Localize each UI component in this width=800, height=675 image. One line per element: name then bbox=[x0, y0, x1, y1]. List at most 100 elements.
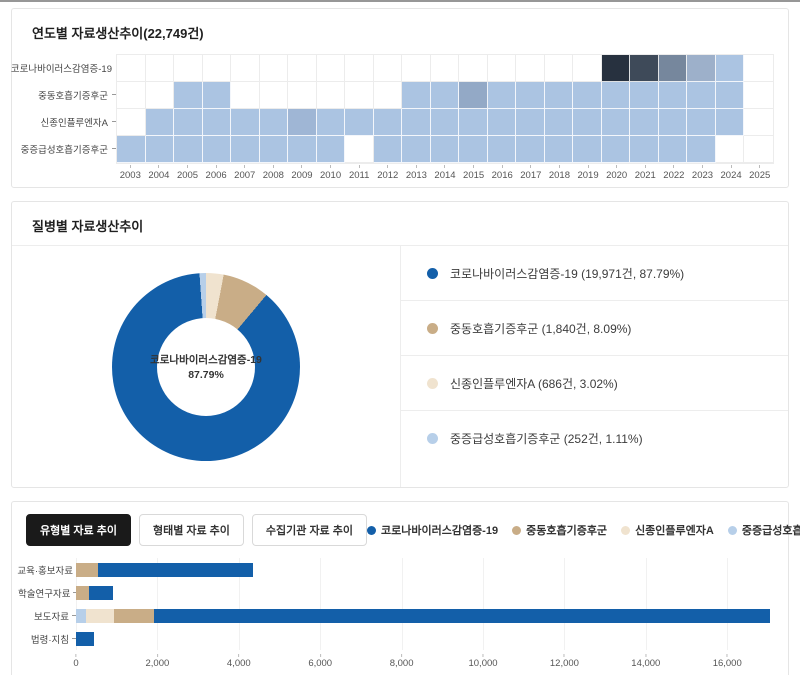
heatmap-cell[interactable] bbox=[203, 109, 232, 136]
heatmap-cell[interactable] bbox=[687, 82, 716, 109]
x-axis-label: 0 bbox=[73, 654, 78, 669]
axis-tick bbox=[702, 165, 703, 168]
heatmap-cell[interactable] bbox=[288, 109, 317, 136]
heatmap-cell[interactable] bbox=[659, 136, 688, 163]
bar-chart-legend: 코로나바이러스감염증-19 중동호흡기증후군 신종인플루엔자A 중증급성호흡기증후군 bbox=[367, 522, 800, 538]
bar-legend-item[interactable]: 코로나바이러스감염증-19 bbox=[367, 522, 498, 538]
bar-legend-item[interactable]: 신종인플루엔자A bbox=[621, 522, 714, 538]
heatmap-cell[interactable] bbox=[345, 109, 374, 136]
heatmap-cell[interactable] bbox=[431, 109, 460, 136]
heatmap-cell[interactable] bbox=[545, 82, 574, 109]
heatmap-cell[interactable] bbox=[174, 109, 203, 136]
axis-tick bbox=[75, 654, 76, 657]
heatmap-cell[interactable] bbox=[374, 136, 403, 163]
bar-segment[interactable] bbox=[86, 609, 114, 623]
bar-segment[interactable] bbox=[98, 563, 253, 577]
heatmap-cell[interactable] bbox=[602, 109, 631, 136]
legend-dot-icon bbox=[427, 378, 438, 389]
bar-segment[interactable] bbox=[76, 563, 98, 577]
disease-legend-row[interactable]: 중동호흡기증후군 (1,840건, 8.09%) bbox=[401, 301, 788, 356]
year-axis-label: 2011 bbox=[345, 165, 374, 181]
heatmap-cell[interactable] bbox=[516, 109, 545, 136]
heatmap-cell[interactable] bbox=[516, 82, 545, 109]
disease-legend-row[interactable]: 신종인플루엔자A (686건, 3.02%) bbox=[401, 356, 788, 411]
heatmap-cell[interactable] bbox=[146, 136, 175, 163]
heatmap-cell[interactable] bbox=[573, 109, 602, 136]
bar-category-label: 보도자료 bbox=[18, 604, 76, 627]
bar-segment[interactable] bbox=[89, 586, 112, 600]
stacked-bar[interactable] bbox=[76, 632, 772, 646]
heatmap-cell[interactable] bbox=[402, 136, 431, 163]
heatmap-cell[interactable] bbox=[374, 109, 403, 136]
tab-by-type[interactable]: 유형별 자료 추이 bbox=[26, 514, 131, 546]
heatmap-cell[interactable] bbox=[716, 109, 745, 136]
heatmap-cell bbox=[288, 82, 317, 109]
heatmap-cell bbox=[174, 55, 203, 82]
heatmap-cell[interactable] bbox=[459, 82, 488, 109]
axis-tick bbox=[588, 165, 589, 168]
heatmap-cell[interactable] bbox=[317, 136, 346, 163]
heatmap-cell[interactable] bbox=[231, 136, 260, 163]
heatmap-cell bbox=[744, 82, 773, 109]
heatmap-cell[interactable] bbox=[659, 82, 688, 109]
heatmap-cell[interactable] bbox=[231, 109, 260, 136]
heatmap-cell[interactable] bbox=[630, 55, 659, 82]
disease-donut-chart[interactable]: 코로나바이러스감염증-19 87.79% bbox=[112, 273, 300, 461]
bar-segment[interactable] bbox=[76, 632, 94, 646]
heatmap-cell[interactable] bbox=[573, 136, 602, 163]
bar-legend-item[interactable]: 중증급성호흡기증후군 bbox=[728, 522, 800, 538]
bar-legend-item[interactable]: 중동호흡기증후군 bbox=[512, 522, 607, 538]
heatmap-cell[interactable] bbox=[203, 136, 232, 163]
heatmap-cell[interactable] bbox=[174, 82, 203, 109]
heatmap-cell[interactable] bbox=[431, 82, 460, 109]
heatmap-cell[interactable] bbox=[716, 55, 745, 82]
heatmap-cell[interactable] bbox=[146, 109, 175, 136]
heatmap-cell[interactable] bbox=[630, 82, 659, 109]
heatmap-cell[interactable] bbox=[545, 136, 574, 163]
tab-by-format[interactable]: 형태별 자료 추이 bbox=[139, 514, 244, 546]
heatmap-cell[interactable] bbox=[687, 55, 716, 82]
heatmap-year-axis: 2003200420052006200720082009201020112012… bbox=[116, 165, 774, 181]
heatmap-cell[interactable] bbox=[174, 136, 203, 163]
heatmap-cell[interactable] bbox=[488, 136, 517, 163]
stacked-bar[interactable] bbox=[76, 586, 772, 600]
legend-dot-icon bbox=[427, 323, 438, 334]
heatmap-cell[interactable] bbox=[459, 136, 488, 163]
heatmap-cell[interactable] bbox=[459, 109, 488, 136]
heatmap-cell[interactable] bbox=[402, 109, 431, 136]
heatmap-cell[interactable] bbox=[260, 109, 289, 136]
heatmap-cell[interactable] bbox=[203, 82, 232, 109]
heatmap-cell[interactable] bbox=[659, 55, 688, 82]
heatmap-cell[interactable] bbox=[288, 136, 317, 163]
heatmap-cell[interactable] bbox=[687, 136, 716, 163]
heatmap-cell[interactable] bbox=[402, 82, 431, 109]
heatmap-cell[interactable] bbox=[573, 82, 602, 109]
heatmap-cell[interactable] bbox=[317, 109, 346, 136]
heatmap-cell[interactable] bbox=[545, 109, 574, 136]
bar-segment[interactable] bbox=[154, 609, 770, 623]
x-axis-label: 8,000 bbox=[390, 654, 414, 669]
heatmap-cell[interactable] bbox=[630, 136, 659, 163]
type-trend-panel: 유형별 자료 추이형태별 자료 추이수집기관 자료 추이 코로나바이러스감염증-… bbox=[11, 501, 789, 675]
heatmap-cell[interactable] bbox=[431, 136, 460, 163]
stacked-bar[interactable] bbox=[76, 563, 772, 577]
heatmap-cell[interactable] bbox=[716, 82, 745, 109]
bar-segment[interactable] bbox=[76, 586, 89, 600]
heatmap-cell[interactable] bbox=[516, 136, 545, 163]
bar-segment[interactable] bbox=[114, 609, 154, 623]
heatmap-cell[interactable] bbox=[687, 109, 716, 136]
heatmap-cell[interactable] bbox=[602, 55, 631, 82]
stacked-bar[interactable] bbox=[76, 609, 772, 623]
heatmap-cell[interactable] bbox=[117, 136, 146, 163]
disease-legend-row[interactable]: 중증급성호흡기증후군 (252건, 1.11%) bbox=[401, 411, 788, 466]
heatmap-cell[interactable] bbox=[602, 136, 631, 163]
disease-legend-row[interactable]: 코로나바이러스감염증-19 (19,971건, 87.79%) bbox=[401, 246, 788, 301]
heatmap-cell[interactable] bbox=[630, 109, 659, 136]
heatmap-cell[interactable] bbox=[488, 109, 517, 136]
tab-by-agency[interactable]: 수집기관 자료 추이 bbox=[252, 514, 367, 546]
heatmap-cell[interactable] bbox=[659, 109, 688, 136]
bar-segment[interactable] bbox=[76, 609, 86, 623]
heatmap-cell[interactable] bbox=[602, 82, 631, 109]
heatmap-cell[interactable] bbox=[260, 136, 289, 163]
heatmap-cell[interactable] bbox=[488, 82, 517, 109]
